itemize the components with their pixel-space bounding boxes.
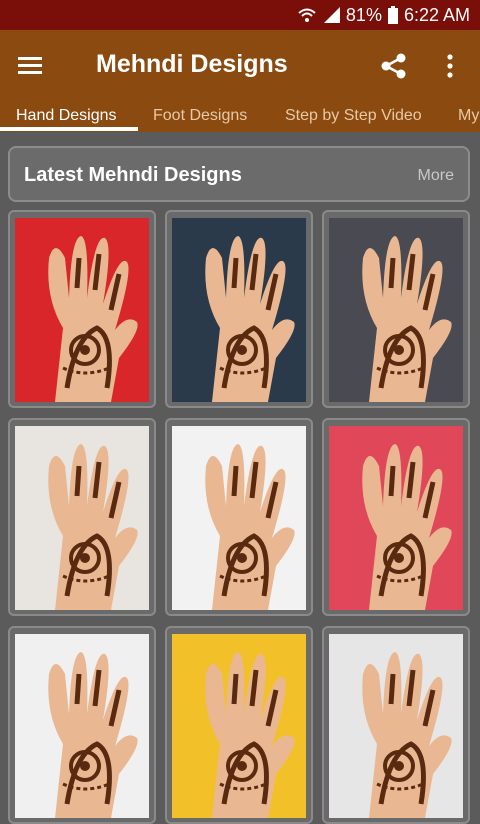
status-indicators: 81% 6:22 AM — [298, 0, 470, 30]
design-thumbnail[interactable] — [322, 418, 470, 616]
battery-icon — [387, 6, 398, 24]
mehndi-hand-image — [15, 634, 149, 818]
app-title: Mehndi Designs — [96, 50, 288, 78]
mehndi-hand-image — [172, 634, 306, 818]
mehndi-hand-image — [329, 218, 463, 402]
app-bar: Mehndi Designs — [0, 30, 480, 102]
share-icon[interactable] — [380, 52, 408, 80]
mehndi-hand-image — [15, 218, 149, 402]
wifi-icon — [298, 8, 316, 22]
mehndi-hand-image — [172, 218, 306, 402]
clock: 6:22 AM — [403, 4, 470, 25]
signal-icon — [323, 7, 340, 23]
battery-percent: 81% — [345, 4, 382, 25]
mehndi-hand-image — [329, 426, 463, 610]
design-thumbnail[interactable] — [165, 626, 313, 824]
section-header: Latest Mehndi Designs More — [8, 146, 470, 202]
mehndi-hand-image — [172, 426, 306, 610]
mehndi-hand-image — [15, 426, 149, 610]
more-link[interactable]: More — [418, 167, 454, 185]
design-thumbnail[interactable] — [322, 210, 470, 408]
tab-step-by-step-video[interactable]: Step by Step Video — [285, 102, 422, 132]
tab-foot-designs[interactable]: Foot Designs — [153, 102, 247, 132]
design-thumbnail[interactable] — [165, 210, 313, 408]
tab-indicator — [0, 127, 138, 131]
status-bar: 81% 6:22 AM — [0, 0, 480, 30]
mehndi-hand-image — [329, 634, 463, 818]
design-thumbnail[interactable] — [8, 418, 156, 616]
design-thumbnail[interactable] — [8, 210, 156, 408]
overflow-menu-icon[interactable] — [440, 52, 460, 80]
design-thumbnail[interactable] — [8, 626, 156, 824]
design-thumbnail[interactable] — [165, 418, 313, 616]
section-title: Latest Mehndi Designs — [24, 164, 242, 186]
menu-icon[interactable] — [16, 52, 44, 80]
tab-my[interactable]: My — [458, 102, 479, 132]
design-thumbnail[interactable] — [322, 626, 470, 824]
